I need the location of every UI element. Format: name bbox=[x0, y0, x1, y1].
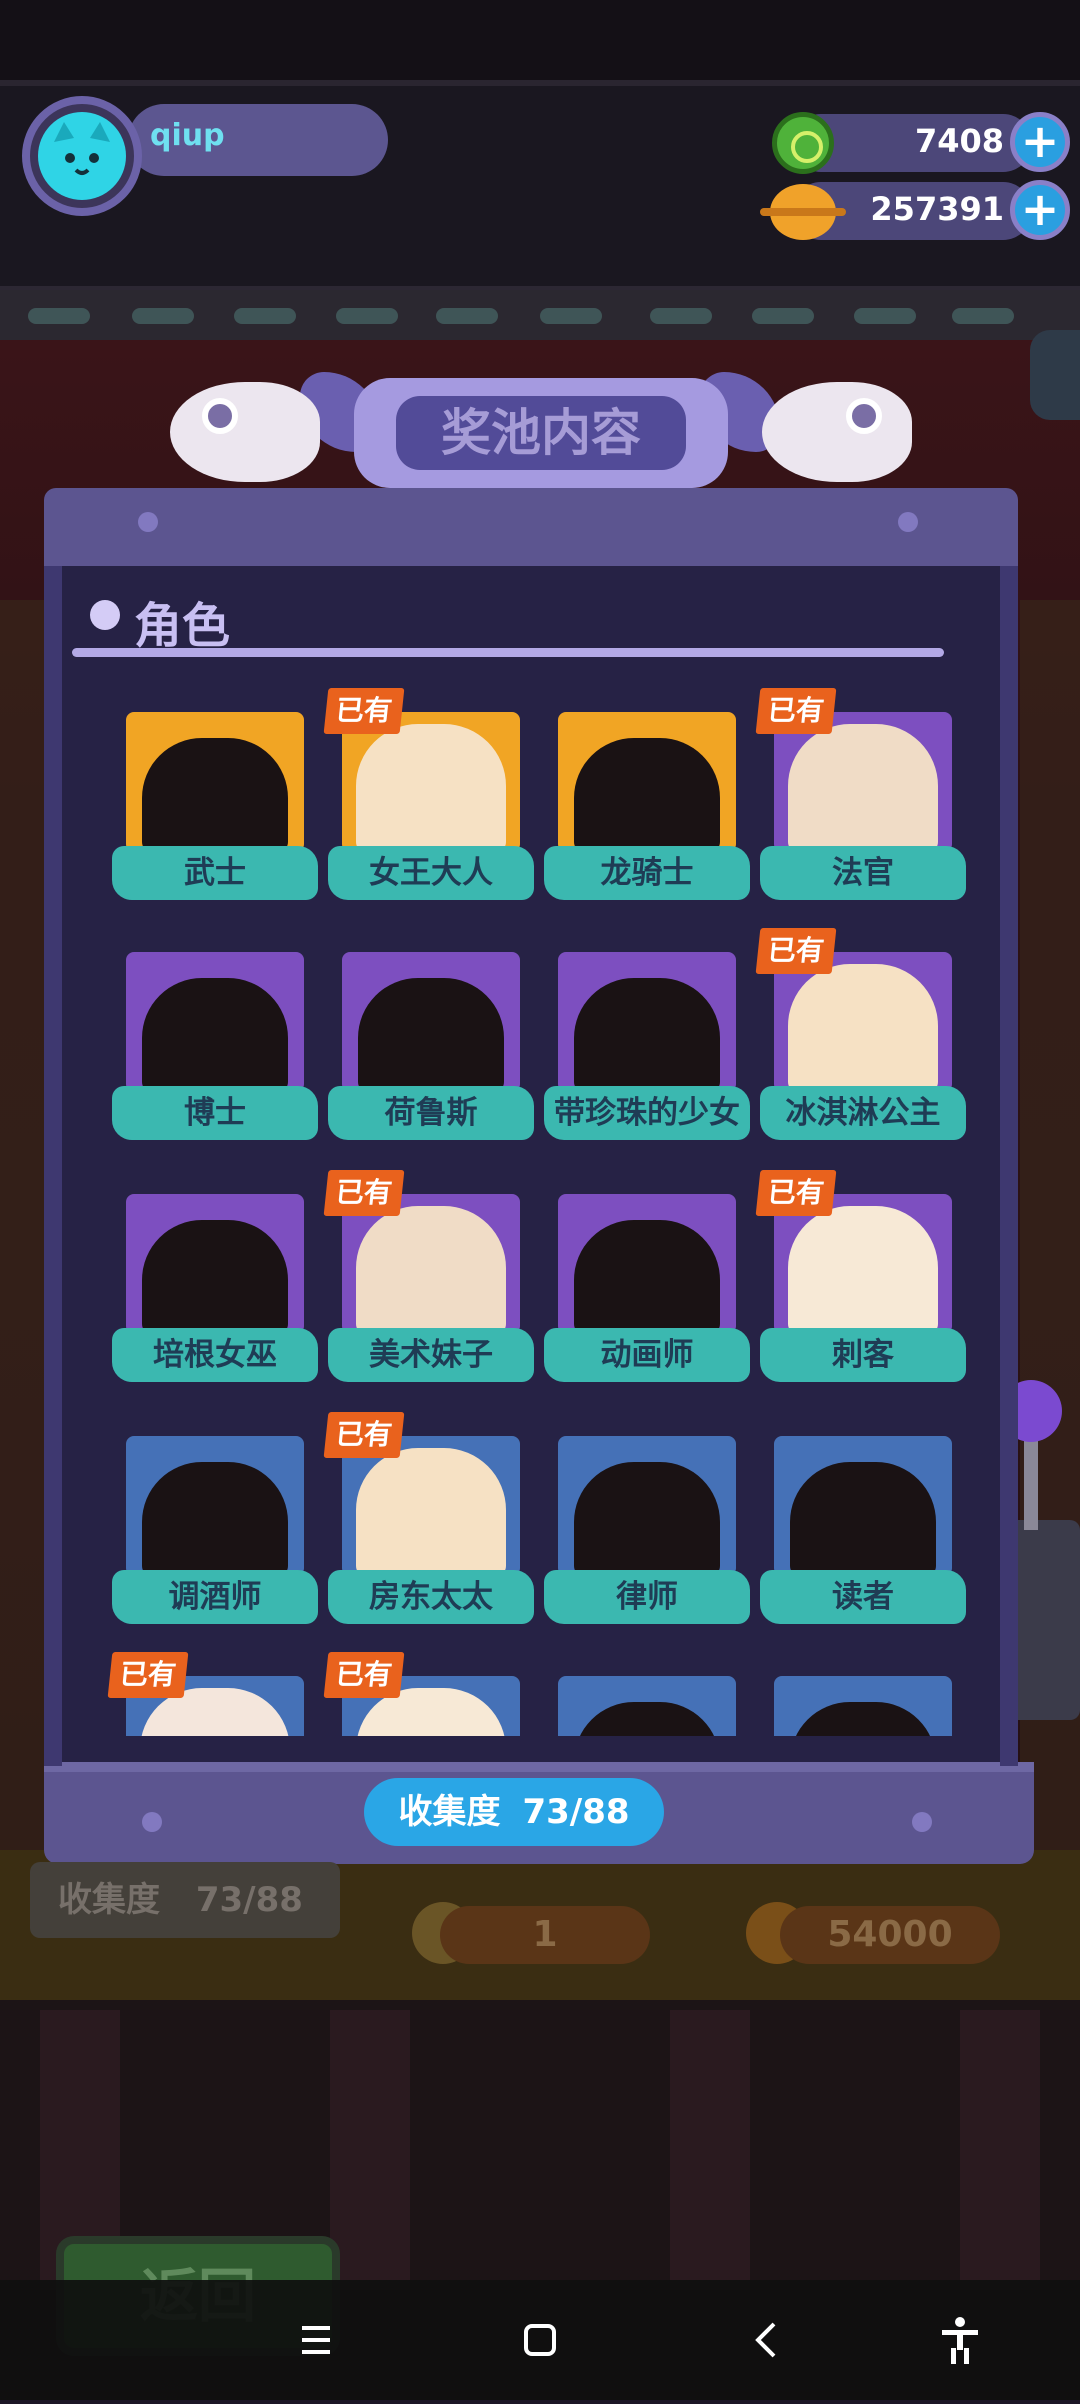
background-collection-display: 收集度 73/88 bbox=[30, 1862, 340, 1938]
character-name: 美术妹子 bbox=[328, 1328, 534, 1382]
rivet bbox=[912, 1812, 932, 1832]
character-silhouette bbox=[142, 1220, 288, 1334]
coin-count: 257391 bbox=[870, 190, 1004, 228]
owned-badge: 已有 bbox=[107, 1652, 189, 1698]
character-name: 博士 bbox=[112, 1086, 318, 1140]
character-silhouette bbox=[574, 1462, 720, 1576]
character-name: 房东太太 bbox=[328, 1570, 534, 1624]
gem-count: 7408 bbox=[914, 122, 1004, 160]
fish-decoration-right bbox=[762, 382, 912, 482]
character-card[interactable] bbox=[558, 1436, 736, 1576]
draw-price: 54000 bbox=[780, 1906, 1000, 1964]
section-bullet bbox=[90, 600, 120, 630]
owned-badge: 已有 bbox=[323, 1412, 405, 1458]
character-name: 调酒师 bbox=[112, 1570, 318, 1624]
rivet bbox=[898, 512, 918, 532]
character-name: 女王大人 bbox=[328, 846, 534, 900]
character-card[interactable] bbox=[558, 952, 736, 1092]
character-portrait bbox=[788, 1206, 938, 1334]
side-menu-tab[interactable] bbox=[1030, 330, 1080, 420]
character-name: 培根女巫 bbox=[112, 1328, 318, 1382]
character-portrait bbox=[788, 724, 938, 852]
panel-side-left bbox=[44, 566, 62, 1766]
home-button[interactable] bbox=[500, 2300, 580, 2380]
fish-eye-right bbox=[846, 398, 882, 434]
collection-progress: 收集度 73/88 bbox=[364, 1778, 664, 1846]
character-name: 刺客 bbox=[760, 1328, 966, 1382]
character-name: 律师 bbox=[544, 1570, 750, 1624]
character-portrait bbox=[356, 724, 506, 852]
status-area bbox=[0, 0, 1080, 80]
pillar bbox=[330, 2010, 410, 2290]
section-divider bbox=[72, 648, 944, 657]
cat-avatar-icon bbox=[38, 112, 126, 200]
fish-decoration-left bbox=[170, 382, 320, 482]
rivet bbox=[138, 512, 158, 532]
character-card[interactable] bbox=[774, 1436, 952, 1576]
owned-badge: 已有 bbox=[323, 1170, 405, 1216]
character-card[interactable] bbox=[126, 952, 304, 1092]
background-collection-value: 73/88 bbox=[195, 1880, 303, 1920]
section-title: 角色 bbox=[134, 598, 231, 654]
character-card[interactable] bbox=[558, 712, 736, 852]
character-card[interactable] bbox=[558, 1194, 736, 1334]
accessibility-icon bbox=[942, 2317, 978, 2364]
gacha-lever-stick bbox=[1024, 1430, 1038, 1530]
character-name: 冰淇淋公主 bbox=[760, 1086, 966, 1140]
character-name: 龙骑士 bbox=[544, 846, 750, 900]
character-portrait bbox=[788, 964, 938, 1092]
owned-badge: 已有 bbox=[755, 688, 837, 734]
back-chevron-icon bbox=[755, 2322, 776, 2358]
pillar bbox=[960, 2010, 1040, 2290]
character-silhouette bbox=[574, 738, 720, 852]
character-silhouette bbox=[574, 978, 720, 1092]
stage-lights bbox=[0, 290, 1080, 340]
character-silhouette bbox=[142, 1462, 288, 1576]
recents-icon bbox=[302, 2326, 330, 2354]
accessibility-button[interactable] bbox=[920, 2300, 1000, 2380]
panel-side-right bbox=[1000, 566, 1018, 1766]
character-card[interactable] bbox=[126, 712, 304, 852]
character-silhouette bbox=[142, 738, 288, 852]
character-silhouette bbox=[574, 1220, 720, 1334]
character-name: 带珍珠的少女 bbox=[544, 1086, 750, 1140]
character-silhouette bbox=[790, 1462, 936, 1576]
home-icon bbox=[524, 2324, 556, 2356]
character-name: 武士 bbox=[112, 846, 318, 900]
recents-button[interactable] bbox=[276, 2300, 356, 2380]
character-name: 动画师 bbox=[544, 1328, 750, 1382]
panel-title: 奖池内容 bbox=[396, 396, 686, 470]
add-gem-button[interactable]: + bbox=[1010, 112, 1070, 172]
character-name: 读者 bbox=[760, 1570, 966, 1624]
character-portrait bbox=[356, 1448, 506, 1576]
background-collection-label: 收集度 bbox=[58, 1880, 160, 1920]
rivet bbox=[142, 1812, 162, 1832]
character-card[interactable] bbox=[342, 952, 520, 1092]
username: qiup bbox=[150, 118, 225, 153]
add-coin-button[interactable]: + bbox=[1010, 180, 1070, 240]
ticket-count: 1 bbox=[440, 1906, 650, 1964]
character-portrait bbox=[356, 1206, 506, 1334]
fish-eye-left bbox=[202, 398, 238, 434]
pillar bbox=[670, 2010, 750, 2290]
owned-badge: 已有 bbox=[755, 928, 837, 974]
collection-value: 73/88 bbox=[522, 1792, 630, 1832]
character-name: 荷鲁斯 bbox=[328, 1086, 534, 1140]
nav-back-button[interactable] bbox=[728, 2300, 808, 2380]
character-card[interactable] bbox=[126, 1436, 304, 1576]
character-card[interactable] bbox=[126, 1194, 304, 1334]
character-name: 法官 bbox=[760, 846, 966, 900]
character-silhouette bbox=[358, 978, 504, 1092]
owned-badge: 已有 bbox=[323, 1652, 405, 1698]
owned-badge: 已有 bbox=[755, 1170, 837, 1216]
character-silhouette bbox=[142, 978, 288, 1092]
owned-badge: 已有 bbox=[323, 688, 405, 734]
collection-label: 收集度 bbox=[398, 1792, 501, 1832]
